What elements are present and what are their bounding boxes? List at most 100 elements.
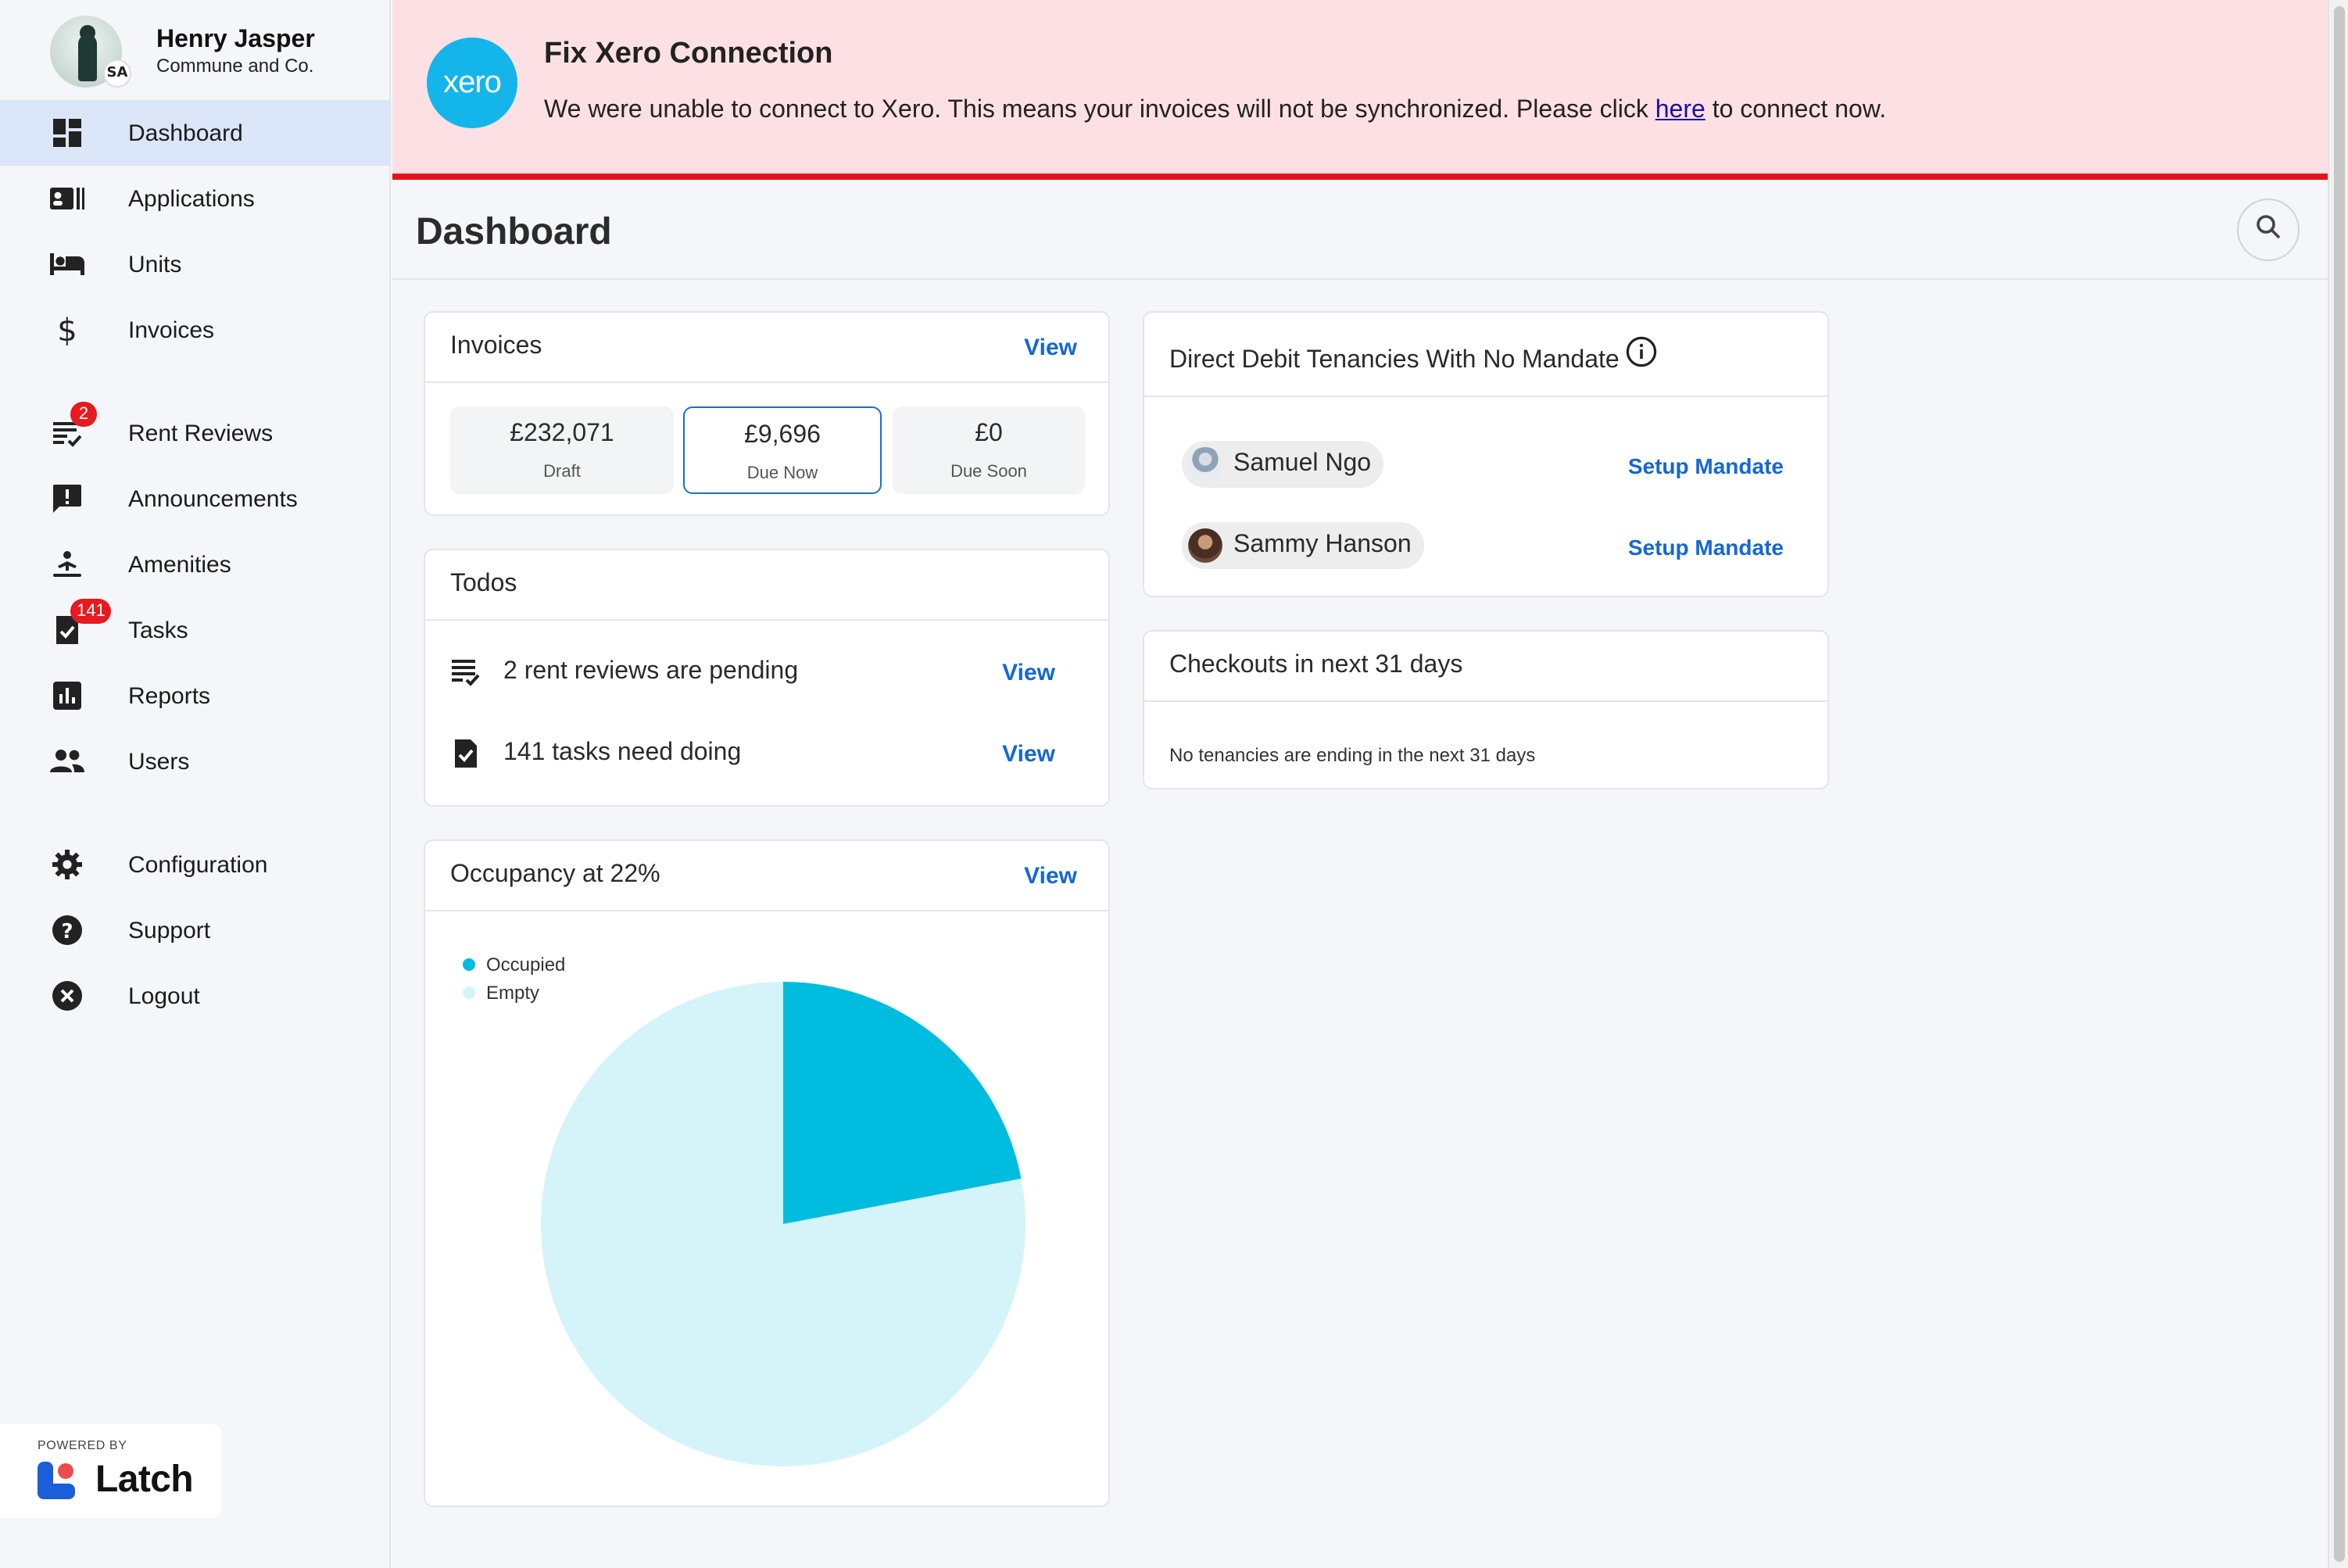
sidebar-item-label: Rent Reviews [128, 420, 274, 446]
banner-message: We were unable to connect to Xero. This … [544, 97, 1886, 125]
legend-item[interactable]: Occupied [463, 950, 565, 979]
invoice-due-now-tile[interactable]: £9,696 Due Now [683, 406, 882, 494]
tenant-name: Samuel Ngo [1233, 450, 1372, 477]
page-scrollbar[interactable] [2328, 0, 2348, 1568]
checklist-icon: 2 [50, 402, 97, 450]
help-icon: ? [50, 913, 84, 947]
sidebar-item-label: Tasks [128, 617, 188, 643]
legend-swatch-empty [463, 986, 475, 999]
banner-title: Fix Xero Connection [544, 38, 833, 70]
sidebar-item-units[interactable]: Units [0, 231, 391, 297]
xero-alert-banner: xero Fix Xero Connection We were unable … [392, 0, 2328, 180]
notification-badge: 2 [70, 402, 97, 427]
sidebar-item-label: Reports [128, 682, 211, 709]
legend-swatch-occupied [463, 958, 475, 971]
sidebar-item-label: Configuration [128, 851, 268, 878]
dashboard-icon [50, 116, 84, 150]
sidebar-item-announcements[interactable]: Announcements [0, 466, 391, 532]
card-header: Todos [425, 550, 1108, 621]
sidebar-item-reports[interactable]: Reports [0, 663, 391, 729]
scrollbar-thumb[interactable] [2334, 6, 2345, 1562]
org-badge: SA [103, 59, 131, 88]
legend-label: Empty [486, 982, 540, 1004]
sidebar-item-label: Announcements [128, 485, 298, 512]
latch-logo-icon [38, 1462, 75, 1499]
avatar [1188, 528, 1222, 563]
pie-slice-occupied[interactable] [783, 982, 1022, 1224]
connect-here-link[interactable]: here [1655, 97, 1706, 124]
users-icon [50, 744, 84, 779]
pie-slice-empty[interactable] [541, 982, 1025, 1466]
banner-message-end: to connect now. [1705, 97, 1887, 124]
tenant-chip[interactable]: Sammy Hanson [1182, 522, 1424, 569]
sidebar-item-invoices[interactable]: $ Invoices [0, 297, 391, 363]
sidebar-item-users[interactable]: Users [0, 729, 391, 794]
info-icon[interactable] [1626, 336, 1657, 375]
task-icon: 141 [50, 599, 112, 647]
page-title: Dashboard [416, 211, 612, 253]
bed-icon [50, 247, 84, 281]
sidebar-item-label: Amenities [128, 551, 231, 578]
task-icon [450, 736, 481, 771]
gear-icon [50, 847, 84, 882]
latch-brand: Latch [95, 1459, 194, 1501]
chart-legend: Occupied Empty [463, 950, 565, 1007]
empty-state-text: No tenancies are ending in the next 31 d… [1169, 744, 1536, 766]
svg-text:?: ? [61, 920, 73, 943]
sidebar: SA Henry Jasper Commune and Co. Dashboar… [0, 0, 391, 1568]
sidebar-item-label: Logout [128, 983, 200, 1009]
avatar [1188, 447, 1222, 481]
occupancy-view-link[interactable]: View [1024, 863, 1077, 890]
checklist-icon [450, 655, 481, 689]
tenant-chip[interactable]: Samuel Ngo [1182, 441, 1384, 488]
todo-view-link[interactable]: View [1002, 659, 1055, 686]
card-header: Occupancy at 22% View [425, 841, 1108, 911]
sidebar-item-label: Invoices [128, 317, 215, 343]
invoices-view-link[interactable]: View [1024, 335, 1077, 361]
setup-mandate-button[interactable]: Setup Mandate [1628, 453, 1784, 478]
invoice-amount: £0 [975, 421, 1003, 447]
sidebar-item-label: Users [128, 748, 190, 775]
user-profile[interactable]: SA Henry Jasper Commune and Co. [50, 16, 315, 88]
sidebar-item-support[interactable]: ? Support [0, 897, 391, 963]
sidebar-item-amenities[interactable]: Amenities [0, 532, 391, 597]
sidebar-item-label: Dashboard [128, 120, 243, 146]
sidebar-item-tasks[interactable]: 141 Tasks [0, 597, 391, 663]
legend-label: Occupied [486, 954, 566, 976]
invoice-label: Due Soon [950, 463, 1027, 481]
user-name: Henry Jasper [156, 26, 315, 52]
amenities-icon [50, 547, 84, 582]
todo-view-link[interactable]: View [1002, 740, 1055, 767]
org-name: Commune and Co. [156, 54, 314, 76]
search-button[interactable] [2237, 199, 2300, 261]
page-header: Dashboard [392, 180, 2328, 280]
checkouts-card: Checkouts in next 31 days No tenancies a… [1143, 630, 1829, 789]
powered-by-latch[interactable]: POWERED BY Latch [0, 1424, 222, 1518]
sidebar-item-rent-reviews[interactable]: 2 Rent Reviews [0, 400, 391, 466]
setup-mandate-button[interactable]: Setup Mandate [1628, 535, 1784, 560]
todo-item: 2 rent reviews are pending View [450, 644, 1077, 700]
legend-item[interactable]: Empty [463, 979, 565, 1007]
sidebar-item-dashboard[interactable]: Dashboard [0, 100, 391, 166]
sidebar-item-logout[interactable]: Logout [0, 963, 391, 1029]
sidebar-item-configuration[interactable]: Configuration [0, 832, 391, 897]
powered-by-label: POWERED BY [38, 1438, 127, 1452]
card-title: Direct Debit Tenancies With No Mandate [1169, 347, 1620, 374]
card-header: Checkouts in next 31 days [1144, 632, 1827, 702]
todo-text: 2 rent reviews are pending [503, 658, 799, 685]
invoice-draft-tile[interactable]: £232,071 Draft [450, 406, 674, 494]
card-header: Direct Debit Tenancies With No Mandate [1144, 313, 1827, 397]
invoice-due-soon-tile[interactable]: £0 Due Soon [893, 406, 1085, 494]
invoice-amount: £9,696 [744, 422, 821, 449]
dollar-icon: $ [57, 311, 77, 349]
sidebar-item-label: Units [128, 251, 182, 277]
xero-logo: xero [427, 38, 517, 128]
todos-card: Todos 2 rent reviews are pending View 14… [424, 549, 1110, 807]
sidebar-item-label: Applications [128, 185, 255, 212]
card-title: Checkouts in next 31 days [1169, 652, 1463, 678]
invoices-card: Invoices View £232,071 Draft £9,696 Due … [424, 311, 1110, 516]
todo-text: 141 tasks need doing [503, 739, 742, 766]
todo-item: 141 tasks need doing View [450, 725, 1077, 782]
card-title: Occupancy at 22% [450, 861, 660, 888]
sidebar-item-applications[interactable]: Applications [0, 166, 391, 231]
